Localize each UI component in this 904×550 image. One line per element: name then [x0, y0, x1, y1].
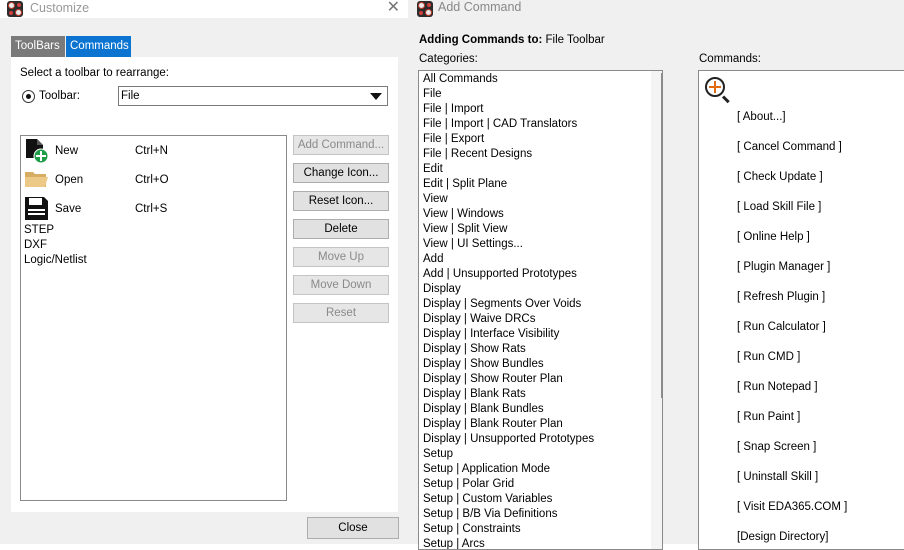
delete-button[interactable]: Delete [293, 219, 389, 239]
command-item[interactable]: [ Run Calculator ] [737, 321, 826, 333]
adding-label: Adding Commands to: [419, 34, 543, 46]
category-item[interactable]: Setup [423, 448, 453, 460]
category-item[interactable]: Display | Show Router Plan [423, 373, 563, 385]
command-item[interactable]: [ Uninstall Skill ] [737, 471, 818, 483]
category-item[interactable]: Display | Show Rats [423, 343, 526, 355]
commands-label: Commands: [699, 53, 761, 65]
category-item[interactable]: Display | Blank Bundles [423, 403, 544, 415]
command-shortcut: Ctrl+S [135, 203, 168, 215]
category-item[interactable]: File | Export [423, 133, 484, 145]
command-name: New [55, 145, 79, 157]
category-item[interactable]: View | UI Settings... [423, 238, 523, 250]
customize-titlebar: Customize ✕ [0, 0, 408, 18]
save-disk-icon [25, 197, 48, 220]
category-item[interactable]: File | Recent Designs [423, 148, 532, 160]
new-file-icon [26, 139, 49, 164]
adding-commands-label: Adding Commands to: File Toolbar [419, 34, 605, 46]
category-item[interactable]: Edit [423, 163, 443, 175]
category-item[interactable]: Display [423, 283, 461, 295]
command-item[interactable]: [ About...] [737, 111, 786, 123]
command-shortcut: Ctrl+O [135, 174, 169, 186]
command-name: Save [55, 203, 82, 215]
command-item[interactable]: [ Run CMD ] [737, 351, 800, 363]
category-item[interactable]: Display | Segments Over Voids [423, 298, 581, 310]
toolbar-label: Toolbar: [39, 90, 80, 102]
categories-list[interactable]: All Commands File File | Import File | Impo… [418, 70, 663, 550]
command-item[interactable]: [ Run Notepad ] [737, 381, 818, 393]
customize-window: Customize ✕ ToolBars Commands Select a t… [0, 0, 408, 544]
command-item[interactable]: [ Run Paint ] [737, 411, 800, 423]
category-item[interactable]: Setup | Application Mode [423, 463, 550, 475]
category-item[interactable]: Setup | B/B Via Definitions [423, 508, 557, 520]
category-item[interactable]: File | Import | CAD Translators [423, 118, 577, 130]
command-shortcut: Ctrl+N [135, 145, 168, 157]
category-item[interactable]: Setup | Constraints [423, 523, 521, 535]
command-item[interactable]: [Design Directory] [737, 531, 828, 543]
app-logo-icon [7, 1, 23, 17]
category-item[interactable]: Add | Unsupported Prototypes [423, 268, 577, 280]
category-item[interactable]: All Commands [423, 73, 498, 85]
reset-button[interactable]: Reset [293, 303, 389, 323]
category-item[interactable]: Display | Waive DRCs [423, 313, 535, 325]
categories-label: Categories: [419, 53, 478, 65]
move-down-button[interactable]: Move Down [293, 275, 389, 295]
command-item[interactable]: [ Cancel Command ] [737, 141, 842, 153]
list-item[interactable]: Logic/Netlist [24, 254, 87, 266]
category-item[interactable]: Display | Show Bundles [423, 358, 544, 370]
adding-target: File Toolbar [545, 34, 605, 46]
category-item[interactable]: View [423, 193, 448, 205]
close-button[interactable]: Close [307, 517, 399, 539]
add-command-titlebar: Add Command [408, 0, 904, 18]
add-command-title: Add Command [438, 0, 522, 14]
category-item[interactable]: View | Split View [423, 223, 507, 235]
command-name: Open [55, 174, 84, 186]
list-item[interactable]: STEP [24, 224, 54, 236]
command-item[interactable]: [ Plugin Manager ] [737, 261, 830, 273]
command-item[interactable]: [ Load Skill File ] [737, 201, 821, 213]
category-item[interactable]: Display | Blank Rats [423, 388, 526, 400]
command-item[interactable]: [ Check Update ] [737, 171, 823, 183]
category-item[interactable]: Setup | Custom Variables [423, 493, 552, 505]
category-item[interactable]: Edit | Split Plane [423, 178, 507, 190]
reset-icon-button[interactable]: Reset Icon... [293, 191, 389, 211]
customize-title: Customize [30, 1, 90, 15]
command-item[interactable]: [ Snap Screen ] [737, 441, 816, 453]
scrollbar-thumb[interactable] [661, 73, 662, 398]
category-item[interactable]: Display | Unsupported Prototypes [423, 433, 594, 445]
commands-tab-panel: Select a toolbar to rearrange: Toolbar: … [11, 57, 398, 512]
move-up-button[interactable]: Move Up [293, 247, 389, 267]
tab-commands[interactable]: Commands [66, 36, 131, 57]
add-command-window: Add Command Adding Commands to: File Too… [408, 0, 904, 550]
category-item[interactable]: View | Windows [423, 208, 504, 220]
magnifier-icon[interactable] [705, 77, 725, 97]
select-toolbar-label: Select a toolbar to rearrange: [20, 67, 169, 79]
toolbar-select[interactable]: File [118, 86, 388, 106]
app-logo-icon [417, 1, 433, 17]
category-item[interactable]: Setup | Polar Grid [423, 478, 514, 490]
category-item[interactable]: Add [423, 253, 443, 265]
open-folder-icon [25, 172, 48, 187]
category-item[interactable]: File | Import [423, 103, 484, 115]
category-item[interactable]: File [423, 88, 442, 100]
category-item[interactable]: Display | Interface Visibility [423, 328, 559, 340]
category-item[interactable]: Setup | Arcs [423, 538, 485, 549]
change-icon-button[interactable]: Change Icon... [293, 163, 389, 183]
toolbar-select-value: File [121, 90, 140, 102]
tab-toolbars[interactable]: ToolBars [11, 36, 65, 57]
chevron-down-icon [370, 93, 382, 100]
toolbar-radio[interactable] [22, 90, 35, 103]
list-item[interactable]: DXF [24, 239, 47, 251]
category-item[interactable]: Display | Blank Router Plan [423, 418, 563, 430]
close-icon[interactable]: ✕ [387, 0, 400, 16]
command-item[interactable]: [ Online Help ] [737, 231, 810, 243]
toolbar-commands-list[interactable]: New Ctrl+N Open Ctrl+O Save Ctrl+S STEP … [20, 135, 287, 501]
add-command-button[interactable]: Add Command... [293, 135, 389, 155]
commands-list[interactable]: [ About...] [ Cancel Command ] [ Check Upd… [698, 70, 904, 550]
command-item[interactable]: [ Visit EDA365.COM ] [737, 501, 847, 513]
command-item[interactable]: [ Refresh Plugin ] [737, 291, 825, 303]
